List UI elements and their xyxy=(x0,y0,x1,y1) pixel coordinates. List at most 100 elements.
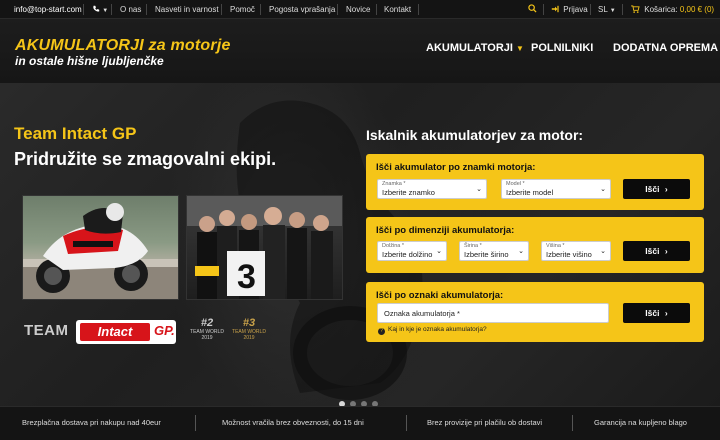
height-select-value: Izberite višino xyxy=(546,250,592,259)
chevron-down-icon: ▼ xyxy=(102,8,109,14)
search-code-button-label: Išči xyxy=(645,308,660,318)
site-header: AKUMULATORJI za motorje in ostale hišne … xyxy=(0,19,720,83)
chevron-down-icon: ⌄ xyxy=(600,186,606,193)
search-brand-button-label: Išči xyxy=(645,184,660,194)
benefit-free-shipping: Brezplačna dostava pri nakupu nad 40eur xyxy=(22,418,161,427)
logo-line-1: AKUMULATORJI za motorje xyxy=(15,37,231,54)
cart-label: Košarica: xyxy=(644,5,678,14)
cart-link[interactable]: Košarica: 0,00 € (0) xyxy=(631,0,714,19)
benefit-returns: Možnost vračila brez obveznosti, do 15 d… xyxy=(222,418,364,427)
search-by-dimensions: Išči po dimenziji akumulatorja: Dolžina … xyxy=(366,217,704,273)
divider xyxy=(337,4,338,15)
nav-batteries-label: AKUMULATORJI xyxy=(426,42,513,54)
length-select-label: Dolžina * xyxy=(382,243,405,249)
login-label: Prijava xyxy=(563,5,588,14)
search-button[interactable] xyxy=(528,0,537,19)
chevron-down-icon: ⌄ xyxy=(600,248,606,255)
benefit-cod: Brez provizije pri plačilu ob dostavi xyxy=(427,418,543,427)
gp-word: GP. xyxy=(154,323,175,338)
divider xyxy=(418,4,419,15)
battery-code-help-link[interactable]: ? Kaj in kje je oznaka akumulatorja? xyxy=(378,326,487,335)
phone-icon xyxy=(93,5,100,12)
width-select-value: Izberite širino xyxy=(464,250,509,259)
chevron-down-icon: ▼ xyxy=(609,8,616,14)
email-link[interactable]: info@top-start.com xyxy=(14,0,82,19)
divider xyxy=(260,4,261,15)
divider xyxy=(221,4,222,15)
login-link[interactable]: Prijava xyxy=(551,0,588,19)
hero-slider: Team Intact GP Pridružite se zmagovalni … xyxy=(0,83,720,407)
search-code-button[interactable]: Išči › xyxy=(623,303,690,323)
chevron-down-icon: ▼ xyxy=(515,44,524,53)
length-select-value: Izberite dolžino xyxy=(382,250,433,259)
battery-code-input[interactable]: Oznaka akumulatorja * xyxy=(377,303,609,323)
divider xyxy=(590,4,591,15)
chevron-right-icon: › xyxy=(664,308,668,318)
slider-dots xyxy=(339,394,383,407)
phone-dropdown[interactable]: ▼ xyxy=(92,0,108,19)
search-by-dimensions-heading: Išči po dimenziji akumulatorja: xyxy=(376,225,515,236)
divider xyxy=(83,4,84,15)
nav-accessories[interactable]: DODATNA OPREMA▼ xyxy=(613,42,720,54)
search-dimensions-button[interactable]: Išči › xyxy=(623,241,690,261)
search-by-brand-heading: Išči akumulator po znamki motorja: xyxy=(376,162,536,173)
hero-subtitle: Pridružite se zmagovalni ekipi. xyxy=(14,149,277,169)
team-rank-badge-2: #2 TEAM WORLD 2019 xyxy=(190,317,224,347)
nav-link-news[interactable]: Novice xyxy=(346,0,370,19)
nav-accessories-label: DODATNA OPREMA xyxy=(613,42,719,54)
nav-link-help[interactable]: Pomoč xyxy=(230,0,255,19)
language-select[interactable]: SL ▼ xyxy=(598,0,616,19)
chevron-right-icon: › xyxy=(664,246,668,256)
badge-number: #3 xyxy=(242,317,256,329)
benefit-warranty: Garancija na kupljeno blago xyxy=(594,418,687,427)
team-rank-badge-3: #3 TEAM WORLD 2019 xyxy=(232,317,266,347)
nav-chargers-label: POLNILNIKI xyxy=(531,42,594,54)
nav-batteries[interactable]: AKUMULATORJI ▼ xyxy=(426,42,524,54)
search-by-brand: Išči akumulator po znamki motorja: Znamk… xyxy=(366,154,704,210)
cart-value: 0,00 € (0) xyxy=(679,5,715,14)
chevron-right-icon: › xyxy=(664,184,668,194)
logo-line-2: in ostale hišne ljubljenčke xyxy=(15,54,164,68)
width-select-label: Širina * xyxy=(464,243,482,249)
nav-link-about[interactable]: O nas xyxy=(120,0,141,19)
top-bar: info@top-start.com ▼ O nas Nasveti in va… xyxy=(0,0,720,19)
divider xyxy=(406,415,407,431)
team-celebration-photo: 3 xyxy=(186,195,343,300)
brand-select-value: Izberite znamko xyxy=(382,188,435,197)
brand-select[interactable]: Znamka * Izberite znamko ⌄ xyxy=(377,179,487,199)
intact-word: Intact xyxy=(80,323,150,341)
search-by-code-heading: Išči po oznaki akumulatorja: xyxy=(376,290,504,301)
nav-link-contact[interactable]: Kontakt xyxy=(384,0,411,19)
length-select[interactable]: Dolžina * Izberite dolžino ⌄ xyxy=(377,241,447,261)
height-select[interactable]: Višina * Izberite višino ⌄ xyxy=(541,241,611,261)
cart-icon xyxy=(631,5,640,13)
nav-link-faq[interactable]: Pogosta vprašanja xyxy=(269,0,335,19)
divider xyxy=(622,4,623,15)
divider xyxy=(111,4,112,15)
brand-select-label: Znamka * xyxy=(382,181,406,187)
search-brand-button[interactable]: Išči › xyxy=(623,179,690,199)
chevron-down-icon: ⌄ xyxy=(518,248,524,255)
model-select[interactable]: Model * Izberite model ⌄ xyxy=(501,179,611,199)
nav-chargers[interactable]: POLNILNIKI xyxy=(531,42,593,54)
badge-text: TEAM WORLD 2019 xyxy=(232,329,266,341)
hero-title: Team Intact GP xyxy=(14,124,137,143)
divider xyxy=(543,4,544,15)
race-number-plate: 3 xyxy=(237,258,256,296)
login-icon xyxy=(551,5,559,13)
divider xyxy=(146,4,147,15)
nav-link-safety[interactable]: Nasveti in varnost xyxy=(155,0,219,19)
language-label: SL xyxy=(598,5,608,14)
search-dimensions-button-label: Išči xyxy=(645,246,660,256)
search-by-code: Išči po oznaki akumulatorja: Oznaka akum… xyxy=(366,282,704,342)
width-select[interactable]: Širina * Izberite širino ⌄ xyxy=(459,241,529,261)
badge-text: TEAM WORLD 2019 xyxy=(190,329,224,341)
divider xyxy=(195,415,196,431)
model-select-value: Izberite model xyxy=(506,188,554,197)
divider xyxy=(376,4,377,15)
battery-code-input-placeholder: Oznaka akumulatorja * xyxy=(384,309,460,318)
chevron-down-icon: ⌄ xyxy=(476,186,482,193)
team-word: TEAM xyxy=(24,322,69,339)
question-icon: ? xyxy=(378,328,385,335)
battery-code-help-text: Kaj in kje je oznaka akumulatorja? xyxy=(388,326,487,333)
